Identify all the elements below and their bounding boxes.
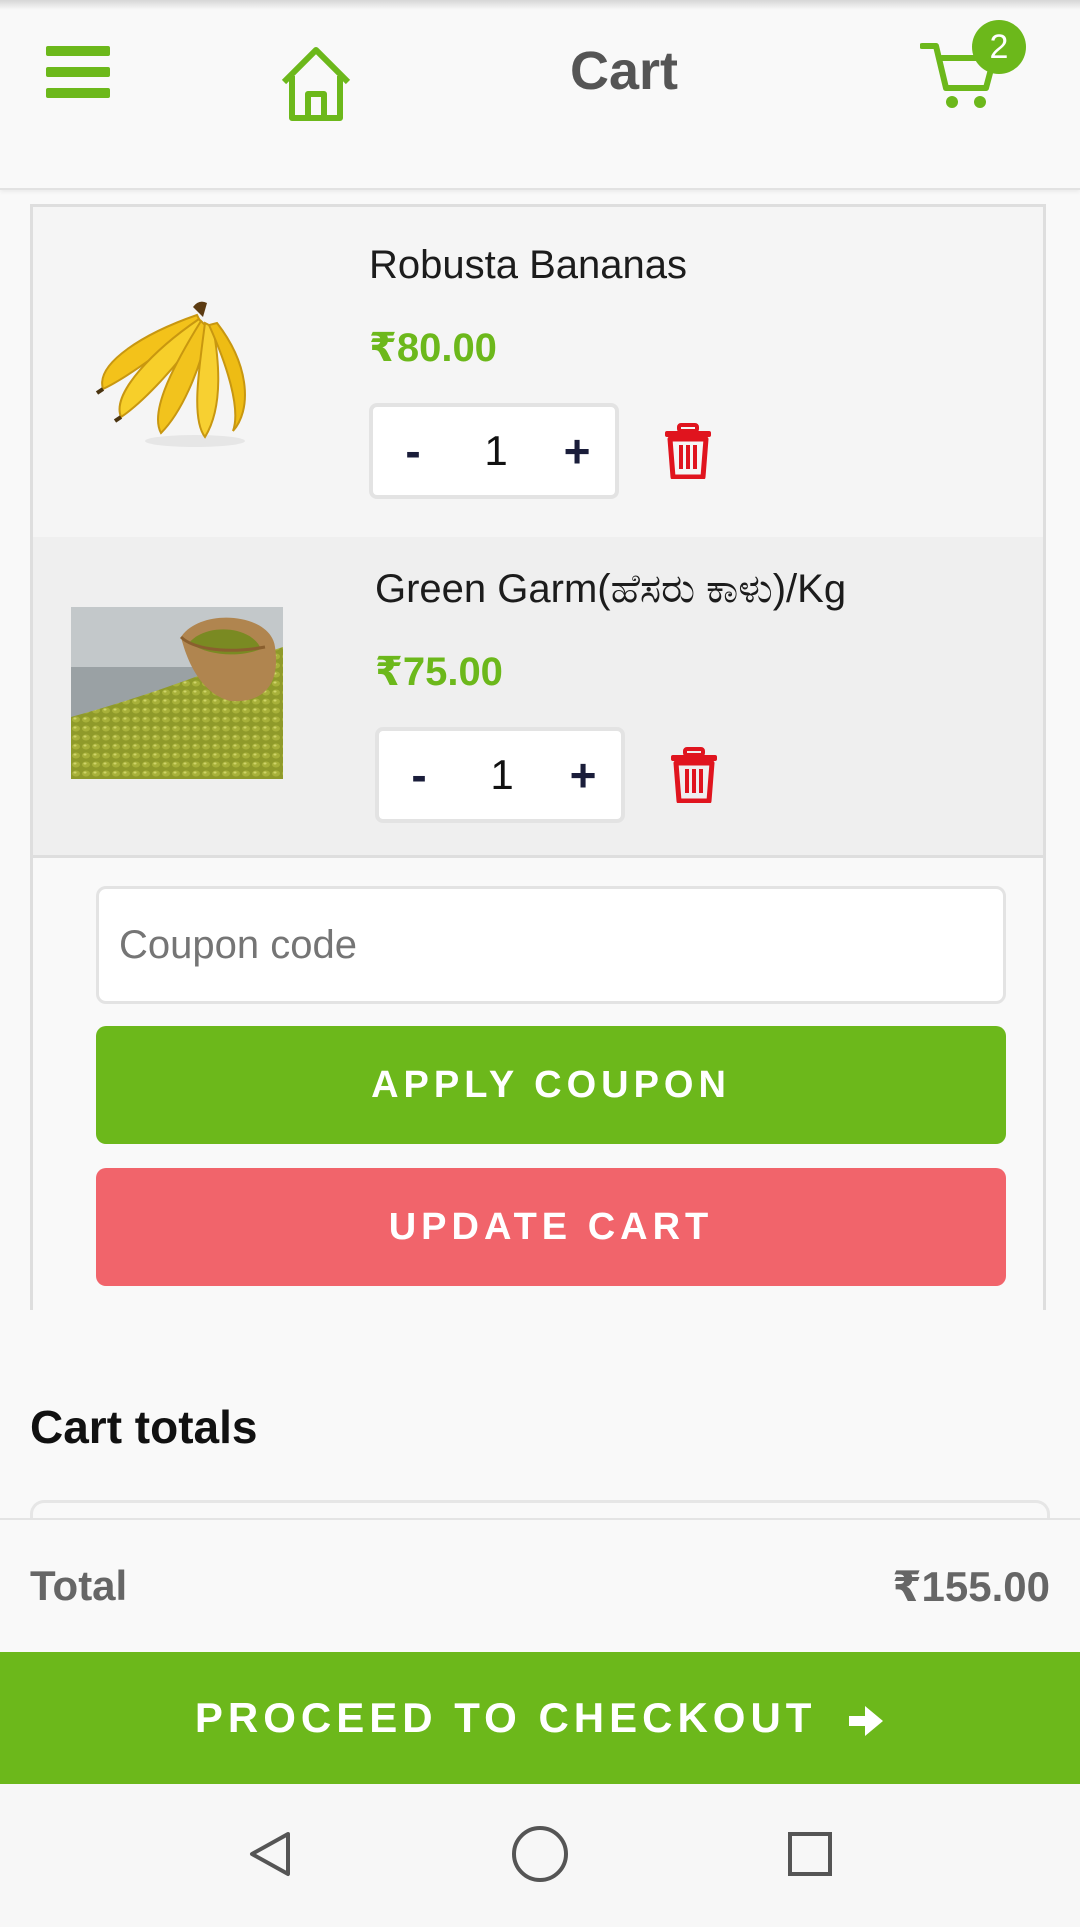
quantity-value[interactable]: 1: [459, 731, 545, 819]
green-gram-product-image: [71, 607, 283, 779]
system-navigation-bar: [0, 1784, 1080, 1927]
header-top-shadow: [0, 0, 1080, 10]
quantity-stepper: - 1 +: [369, 403, 619, 499]
trash-icon[interactable]: [663, 423, 713, 479]
page-title: Cart: [570, 41, 679, 101]
bananas-product-image: [95, 301, 246, 447]
arrow-right-icon: [849, 1705, 884, 1736]
total-amount: ₹155.00: [892, 1563, 1050, 1610]
total-label: Total: [30, 1562, 128, 1609]
increase-quantity-button[interactable]: +: [547, 407, 607, 495]
cart-items-panel: Robusta Bananas ₹80.00 - 1 + Green Garm(…: [30, 204, 1046, 1310]
app-header: Cart 2: [0, 0, 1080, 190]
coupon-code-input[interactable]: [96, 886, 1006, 1004]
back-nav-icon[interactable]: [230, 1814, 310, 1894]
hamburger-menu-icon[interactable]: [46, 44, 112, 100]
proceed-to-checkout-button[interactable]: PROCEED TO CHECKOUT: [0, 1652, 1080, 1784]
total-row: Total ₹155.00: [0, 1518, 1080, 1654]
quantity-stepper: - 1 +: [375, 727, 625, 823]
update-cart-button[interactable]: UPDATE CART: [96, 1168, 1006, 1286]
recents-nav-icon[interactable]: [770, 1814, 850, 1894]
cart-count-badge: 2: [972, 20, 1026, 74]
cart-totals-heading: Cart totals: [30, 1401, 258, 1453]
checkout-label: PROCEED TO CHECKOUT: [194, 1694, 817, 1741]
product-price: ₹75.00: [375, 650, 503, 694]
home-icon[interactable]: [278, 44, 354, 124]
product-price: ₹80.00: [369, 326, 497, 370]
increase-quantity-button[interactable]: +: [553, 731, 613, 819]
cart-item: Green Garm(ಹೆಸರು ಕಾಳು)/Kg ₹75.00 - 1 +: [33, 537, 1043, 855]
cart-item: Robusta Bananas ₹80.00 - 1 +: [33, 207, 1043, 537]
product-name[interactable]: Robusta Bananas: [369, 243, 687, 288]
home-nav-icon[interactable]: [500, 1814, 580, 1894]
quantity-value[interactable]: 1: [453, 407, 539, 495]
decrease-quantity-button[interactable]: -: [383, 407, 443, 495]
trash-icon[interactable]: [669, 747, 719, 803]
apply-coupon-button[interactable]: APPLY COUPON: [96, 1026, 1006, 1144]
coupon-section: APPLY COUPON UPDATE CART: [33, 855, 1043, 1310]
decrease-quantity-button[interactable]: -: [389, 731, 449, 819]
product-name[interactable]: Green Garm(ಹೆಸರು ಕಾಳು)/Kg: [375, 567, 846, 612]
